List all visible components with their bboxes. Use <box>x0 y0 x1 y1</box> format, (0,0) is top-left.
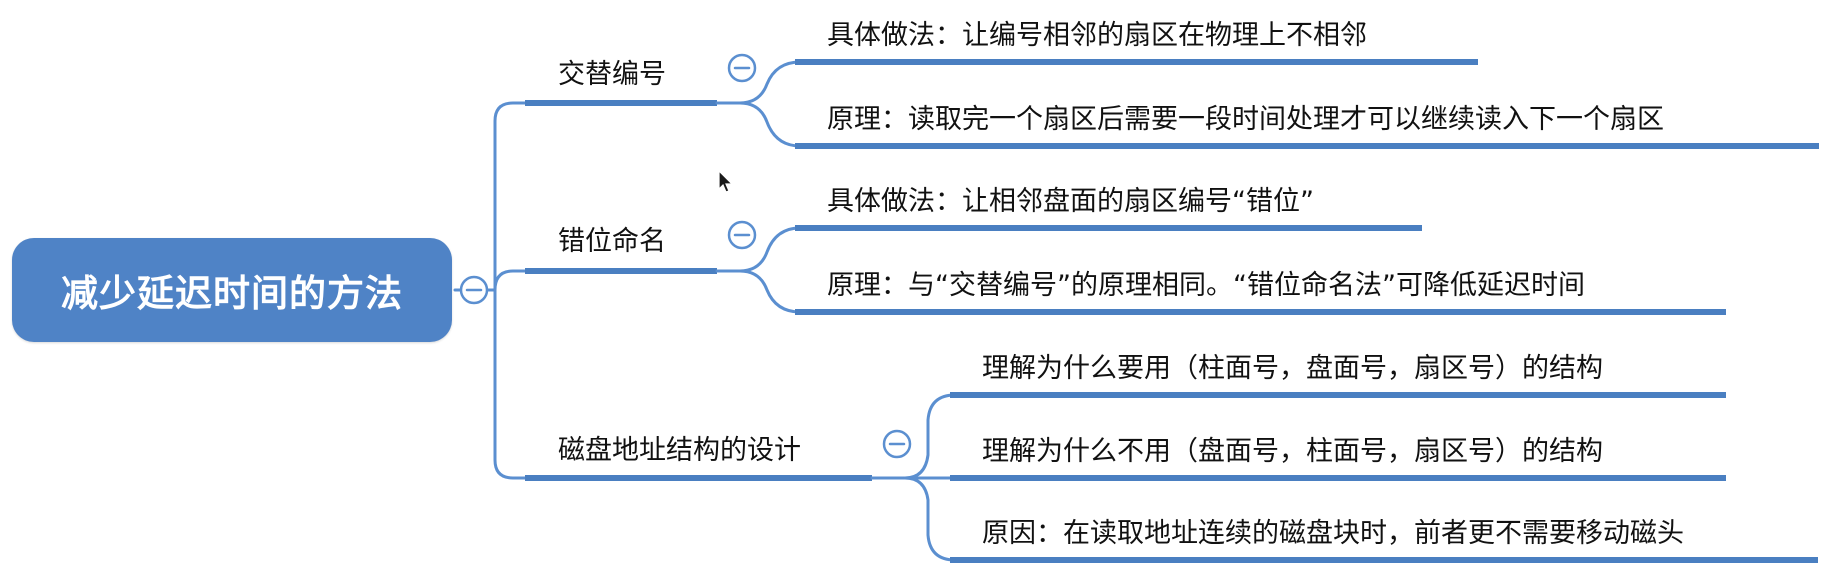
leaf-node-principle-interleave[interactable]: 原理：读取完一个扇区后需要一段时间处理才可以继续读入下一个扇区 <box>827 97 1664 136</box>
leaf-label: 原因：在读取地址连续的磁盘块时，前者更不需要移动磁头 <box>982 518 1684 549</box>
connector-branch-3-child-3 <box>903 476 964 562</box>
connector-root-to-branch-3 <box>493 288 527 480</box>
branch-1-collapse-minus-icon[interactable] <box>727 53 757 83</box>
branch-2-collapse-minus-icon[interactable] <box>727 220 757 250</box>
branch-node-jiaoti-bianhao[interactable]: 交替编号 <box>558 52 666 91</box>
branch-3-collapse-minus-icon[interactable] <box>882 429 912 459</box>
leaf-label: 具体做法：让编号相邻的扇区在物理上不相邻 <box>827 20 1367 51</box>
mouse-pointer-icon <box>718 170 734 193</box>
leaf-label: 理解为什么要用（柱面号，盘面号，扇区号）的结构 <box>982 353 1603 384</box>
connector-branch-1-child-2 <box>738 101 810 148</box>
leaf-node-method-offset[interactable]: 具体做法：让相邻盘面的扇区编号“错位” <box>827 179 1314 218</box>
branch-label: 交替编号 <box>558 59 666 90</box>
root-collapse-minus-icon[interactable] <box>459 275 489 305</box>
branch-label: 磁盘地址结构的设计 <box>558 435 801 466</box>
branch-label: 错位命名 <box>558 226 666 257</box>
leaf-node-why-not-structure[interactable]: 理解为什么不用（盘面号，柱面号，扇区号）的结构 <box>982 429 1603 468</box>
branch-node-disk-address-design[interactable]: 磁盘地址结构的设计 <box>558 428 801 467</box>
leaf-label: 具体做法：让相邻盘面的扇区编号“错位” <box>827 186 1314 217</box>
leaf-node-why-use-structure[interactable]: 理解为什么要用（柱面号，盘面号，扇区号）的结构 <box>982 346 1603 385</box>
connector-root-to-branch-1 <box>453 101 527 292</box>
leaf-node-principle-offset[interactable]: 原理：与“交替编号”的原理相同。“错位命名法”可降低延迟时间 <box>827 263 1585 302</box>
connector-branch-2-child-2 <box>738 269 810 314</box>
root-node-label: 减少延迟时间的方法 <box>61 272 403 315</box>
leaf-label: 原理：读取完一个扇区后需要一段时间处理才可以继续读入下一个扇区 <box>827 104 1664 135</box>
branch-node-cuowei-mingming[interactable]: 错位命名 <box>558 219 666 258</box>
leaf-label: 理解为什么不用（盘面号，柱面号，扇区号）的结构 <box>982 436 1603 467</box>
leaf-node-reason[interactable]: 原因：在读取地址连续的磁盘块时，前者更不需要移动磁头 <box>982 511 1684 550</box>
root-node[interactable]: 减少延迟时间的方法 <box>12 238 452 342</box>
connector-root-to-branch-2 <box>493 269 527 292</box>
leaf-node-method-interleave[interactable]: 具体做法：让编号相邻的扇区在物理上不相邻 <box>827 13 1367 52</box>
leaf-label: 原理：与“交替编号”的原理相同。“错位命名法”可降低延迟时间 <box>827 270 1585 301</box>
